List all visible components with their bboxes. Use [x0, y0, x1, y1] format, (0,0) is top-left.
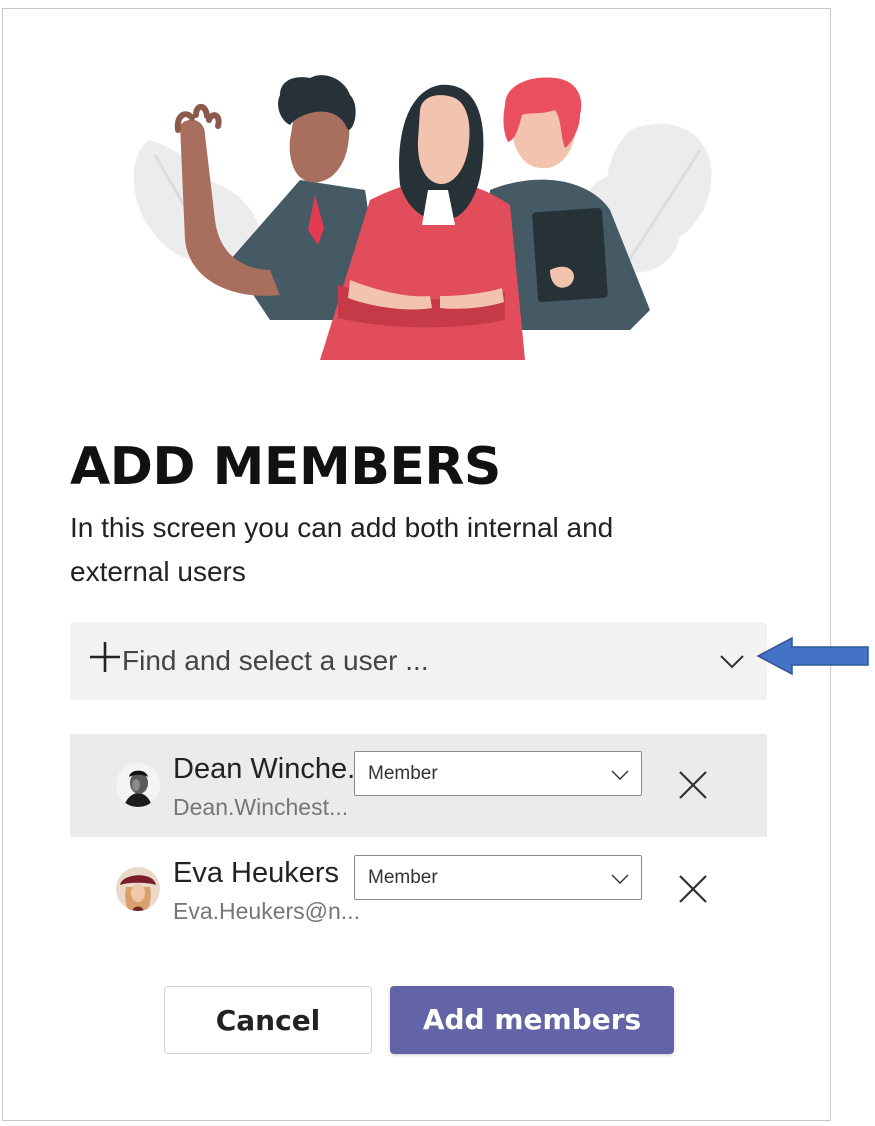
team-illustration [133, 75, 712, 360]
chevron-down-icon [611, 874, 629, 884]
user-search-input[interactable]: Find and select a user ... [70, 622, 767, 700]
close-icon[interactable] [676, 768, 710, 802]
member-row[interactable]: Dean Winche... Dean.Winchest... Member [70, 734, 767, 837]
chevron-down-icon[interactable] [719, 648, 745, 674]
plus-icon [90, 642, 120, 672]
role-value: Member [368, 763, 438, 784]
page-title: ADD MEMBERS [70, 437, 501, 497]
arrow-left-icon [756, 636, 869, 676]
chevron-down-icon [611, 770, 629, 780]
role-dropdown[interactable]: Member [354, 751, 642, 796]
role-dropdown[interactable]: Member [354, 855, 642, 900]
cancel-button[interactable]: Cancel [164, 986, 372, 1054]
search-placeholder: Find and select a user ... [122, 645, 429, 676]
member-email: Dean.Winchest... [173, 794, 349, 820]
page-subtitle: In this screen you can add both internal… [70, 512, 614, 587]
avatar [116, 867, 160, 911]
close-icon[interactable] [676, 872, 710, 906]
avatar [116, 763, 160, 807]
member-email: Eva.Heukers@n... [173, 898, 360, 924]
member-name: Dean Winche... [173, 753, 355, 785]
add-members-button[interactable]: Add members [390, 986, 674, 1054]
member-name: Eva Heukers [173, 857, 340, 889]
role-value: Member [368, 867, 438, 888]
member-row[interactable]: Eva Heukers Eva.Heukers@n... Member [70, 838, 767, 941]
